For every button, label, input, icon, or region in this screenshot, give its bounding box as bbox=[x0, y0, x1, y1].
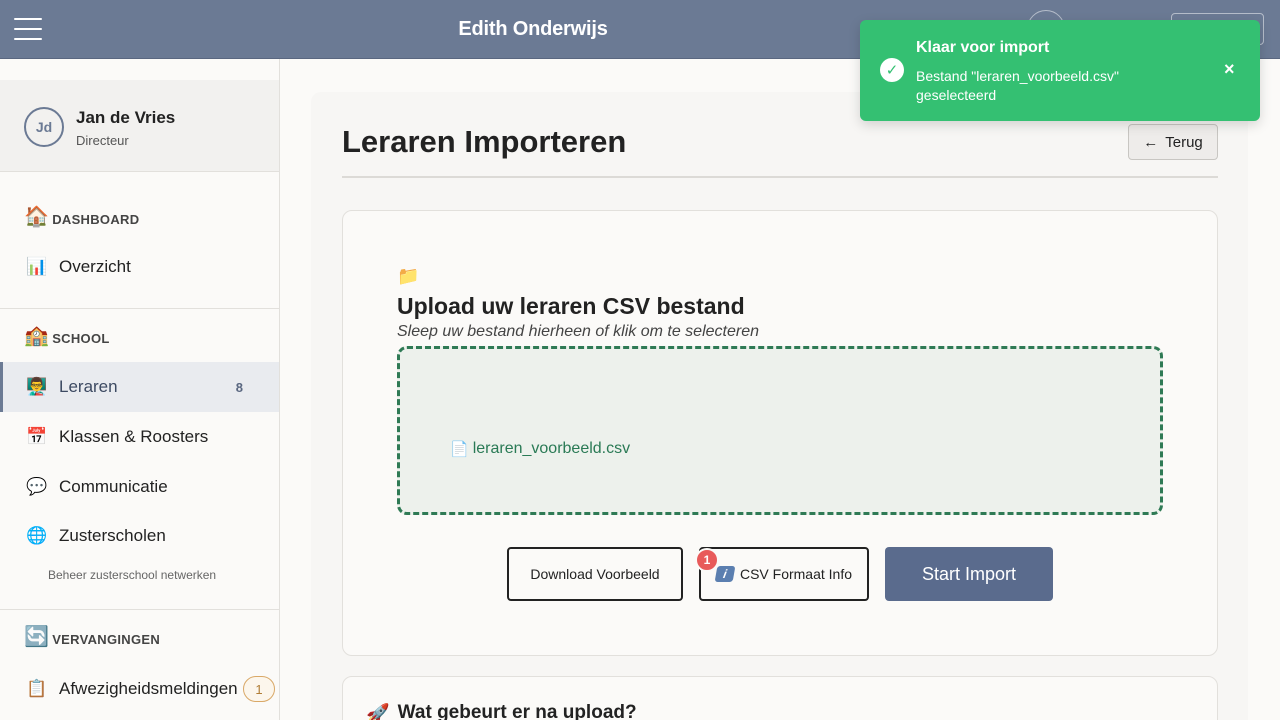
sidebar-item-label: Zusterscholen bbox=[59, 526, 166, 545]
sidebar-item-klassen[interactable]: 📅 Klassen & Roosters bbox=[0, 412, 279, 462]
sidebar-item-label: Afwezigheidsmeldingen bbox=[59, 679, 238, 698]
start-import-button[interactable]: Start Import bbox=[885, 547, 1053, 601]
upload-title: Upload uw leraren CSV bestand bbox=[397, 293, 745, 319]
selected-file: 📄 leraren_voorbeeld.csv bbox=[450, 440, 630, 458]
divider bbox=[0, 609, 279, 610]
file-icon: 📄 bbox=[450, 441, 469, 458]
close-icon[interactable]: × bbox=[1224, 59, 1235, 80]
toast-message: Bestand "leraren_voorbeeld.csv" geselect… bbox=[916, 68, 1119, 103]
sidebar-item-overzicht[interactable]: 📊 Overzicht bbox=[0, 242, 279, 292]
sidebar-item-leraren[interactable]: 👨‍🏫 Leraren 8 bbox=[0, 362, 279, 412]
back-button-label: Terug bbox=[1165, 133, 1203, 151]
title-divider bbox=[342, 176, 1218, 178]
section-label: SCHOOL bbox=[52, 331, 110, 346]
sidebar-item-communicatie[interactable]: 💬 Communicatie bbox=[0, 462, 279, 512]
section-label: VERVANGINGEN bbox=[52, 632, 161, 647]
folder-icon: 📁 bbox=[397, 266, 420, 286]
absence-badge: 1 bbox=[243, 676, 275, 702]
csv-format-info-label: CSV Formaat Info bbox=[739, 566, 853, 582]
teacher-count: 8 bbox=[235, 379, 243, 395]
divider bbox=[0, 308, 279, 309]
section-school: 🏫 SCHOOL bbox=[24, 326, 110, 346]
csv-format-info-button[interactable]: i CSV Formaat Info bbox=[699, 547, 869, 601]
sidebar-item-label: Overzicht bbox=[59, 257, 131, 276]
profile-name: Jan de Vries bbox=[76, 108, 176, 127]
download-example-button[interactable]: Download Voorbeeld bbox=[507, 547, 683, 601]
next-steps-title: 🚀 Wat gebeurt er na upload? bbox=[366, 702, 637, 720]
clipboard-icon: 📋 bbox=[26, 679, 48, 698]
refresh-icon: 🔄 bbox=[24, 626, 50, 648]
profile-role: Directeur bbox=[76, 133, 129, 148]
section-label: DASHBOARD bbox=[52, 212, 140, 227]
sidebar-item-label: Klassen & Roosters bbox=[59, 427, 209, 446]
sidebar-item-subtext: Beheer zusterschool netwerken bbox=[48, 568, 217, 582]
next-steps-label: Wat gebeurt er na upload? bbox=[397, 702, 637, 720]
file-dropzone[interactable] bbox=[397, 346, 1163, 515]
school-icon: 🏫 bbox=[24, 325, 50, 347]
teacher-icon: 👨‍🏫 bbox=[26, 377, 48, 396]
success-toast: ✓ Klaar voor import Bestand "leraren_voo… bbox=[860, 20, 1260, 121]
house-icon: 🏠 bbox=[24, 206, 50, 228]
check-circle-icon: ✓ bbox=[880, 58, 904, 82]
speech-bubble-icon: 💬 bbox=[26, 477, 48, 496]
avatar: Jd bbox=[24, 107, 64, 147]
upload-subtitle: Sleep uw bestand hierheen of klik om te … bbox=[397, 323, 759, 340]
page-title: Leraren Importeren bbox=[342, 124, 627, 159]
bar-chart-icon: 📊 bbox=[26, 257, 48, 276]
info-icon: i bbox=[714, 566, 736, 582]
profile-card[interactable]: Jd Jan de Vries Directeur bbox=[0, 80, 279, 172]
sidebar: Jd Jan de Vries Directeur 🏠 DASHBOARD 📊 … bbox=[0, 59, 280, 720]
sidebar-item-zusterscholen[interactable]: 🌐 Zusterscholen bbox=[0, 511, 279, 561]
toast-title: Klaar voor import bbox=[916, 39, 1050, 56]
arrow-left-icon: ← bbox=[1143, 133, 1159, 151]
back-button[interactable]: ← Terug bbox=[1128, 124, 1218, 160]
sidebar-item-label: Leraren bbox=[59, 377, 118, 396]
calendar-icon: 📅 bbox=[26, 427, 48, 446]
notification-badge: 1 bbox=[695, 548, 719, 572]
sidebar-item-afwezigheidsmeldingen[interactable]: 📋 Afwezigheidsmeldingen 1 bbox=[0, 664, 279, 714]
section-vervangingen: 🔄 VERVANGINGEN bbox=[24, 627, 160, 647]
globe-icon: 🌐 bbox=[26, 526, 48, 545]
section-dashboard: 🏠 DASHBOARD bbox=[24, 207, 139, 227]
rocket-icon: 🚀 bbox=[366, 704, 390, 720]
sidebar-item-label: Communicatie bbox=[59, 477, 168, 496]
selected-file-name: leraren_voorbeeld.csv bbox=[472, 440, 631, 457]
